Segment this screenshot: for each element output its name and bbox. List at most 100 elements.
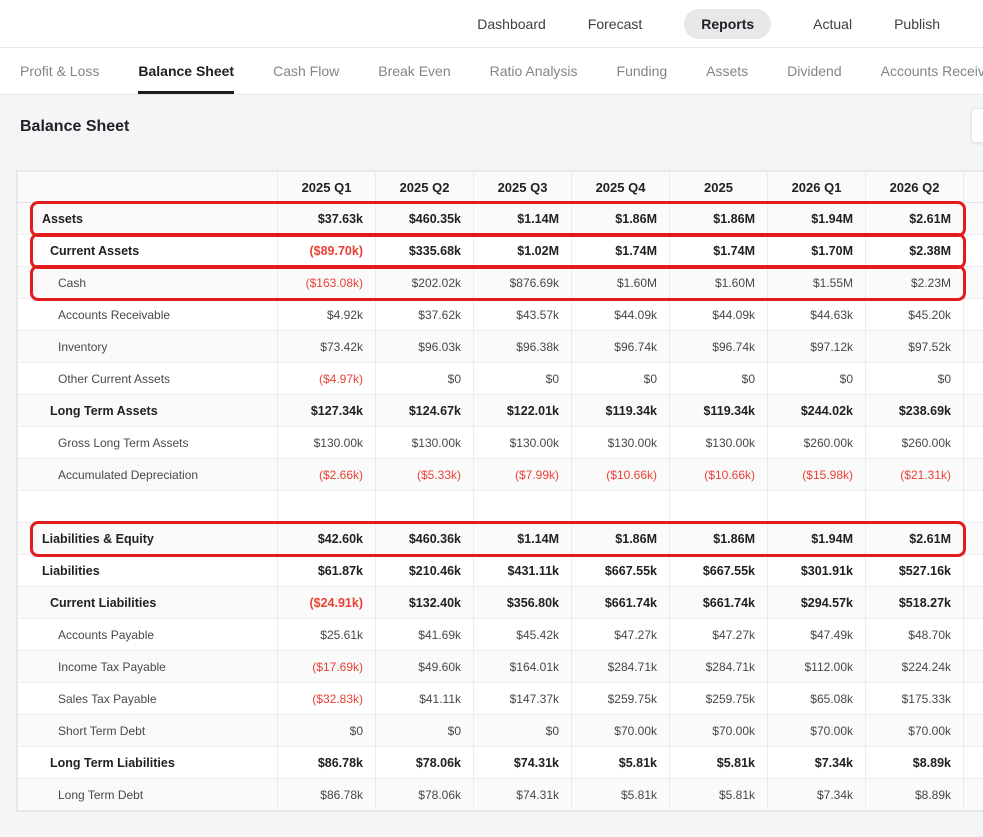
row-label: Short Term Debt — [17, 714, 278, 747]
cell-value — [963, 586, 983, 619]
cell-value — [963, 234, 983, 267]
cell-value: $44.09k — [571, 298, 670, 331]
tab-funding[interactable]: Funding — [617, 48, 668, 94]
table-row: Inventory $73.42k $96.03k $96.38k $96.74k $96… — [17, 330, 983, 363]
tab-ratio-analysis[interactable]: Ratio Analysis — [490, 48, 578, 94]
cell-value: $244.02k — [767, 394, 866, 427]
cell-value: $130.00k — [277, 426, 376, 459]
cell-value: $130.00k — [473, 426, 572, 459]
cell-value — [963, 746, 983, 779]
cell-value: $43.57k — [473, 298, 572, 331]
cell-value: $0 — [473, 714, 572, 747]
nav-reports[interactable]: Reports — [684, 8, 772, 39]
table-row: Current Assets ($89.70k) $335.68k $1.02M $1.… — [17, 234, 983, 267]
cell-value: $238.69k — [865, 394, 964, 427]
cell-value: $164.01k — [473, 650, 572, 683]
cell-value — [963, 458, 983, 491]
cell-value: $61.87k — [277, 554, 376, 587]
cell-value: $284.71k — [571, 650, 670, 683]
cell-value — [963, 362, 983, 395]
tab-cash-flow[interactable]: Cash Flow — [273, 48, 339, 94]
cell-value: ($5.33k) — [375, 458, 474, 491]
cell-value — [767, 490, 866, 523]
table-row: Long Term Liabilities $86.78k $78.06k $74.3… — [17, 746, 983, 779]
cell-value: $301.91k — [767, 554, 866, 587]
tab-profit-and-loss[interactable]: Profit & Loss — [20, 48, 99, 94]
cell-value — [963, 650, 983, 683]
tab-accounts-receivable[interactable]: Accounts Receivable — [881, 48, 983, 94]
tab-balance-sheet[interactable]: Balance Sheet — [138, 48, 235, 94]
cell-value: $260.00k — [767, 426, 866, 459]
cell-value — [963, 778, 983, 811]
balance-sheet-table-container: 2025 Q1 2025 Q2 2025 Q3 2025 Q4 2025 2026 Q1 2… — [16, 170, 983, 812]
cell-value: $1.60M — [669, 266, 768, 299]
table-row: Current Liabilities ($24.91k) $132.40k $356… — [17, 586, 983, 619]
cell-value: $335.68k — [375, 234, 474, 267]
cell-value — [963, 490, 983, 523]
row-label: Inventory — [17, 330, 278, 363]
cell-value: $45.42k — [473, 618, 572, 651]
toolbar-button-partial[interactable] — [971, 108, 983, 143]
nav-dashboard[interactable]: Dashboard — [477, 16, 546, 32]
cell-value: $661.74k — [669, 586, 768, 619]
cell-value: ($21.31k) — [865, 458, 964, 491]
nav-publish[interactable]: Publish — [894, 16, 940, 32]
cell-value — [963, 426, 983, 459]
cell-value: $42.60k — [277, 522, 376, 555]
cell-value: $1.86M — [571, 522, 670, 555]
cell-value: $44.63k — [767, 298, 866, 331]
table-body: Assets $37.63k $460.35k $1.14M $1.86M $1.86M $… — [17, 202, 983, 811]
top-navigation: Dashboard Forecast Reports Actual Publis… — [0, 0, 983, 48]
cell-value — [963, 522, 983, 555]
cell-value: $112.00k — [767, 650, 866, 683]
cell-value: $130.00k — [375, 426, 474, 459]
cell-value: $8.89k — [865, 746, 964, 779]
cell-value: ($89.70k) — [277, 234, 376, 267]
cell-value: $78.06k — [375, 778, 474, 811]
nav-forecast[interactable]: Forecast — [588, 16, 642, 32]
cell-value — [963, 394, 983, 427]
cell-value: $7.34k — [767, 778, 866, 811]
row-label: Assets — [17, 202, 278, 235]
column-header: 2025 — [669, 171, 768, 203]
cell-value: $86.78k — [277, 746, 376, 779]
cell-value: ($32.83k) — [277, 682, 376, 715]
table-row: Accounts Payable $25.61k $41.69k $45.42k $47… — [17, 618, 983, 651]
cell-value: $5.81k — [571, 778, 670, 811]
row-label: Sales Tax Payable — [17, 682, 278, 715]
table-header-row: 2025 Q1 2025 Q2 2025 Q3 2025 Q4 2025 2026 Q1 2… — [17, 171, 983, 203]
cell-value: $130.00k — [571, 426, 670, 459]
tab-dividend[interactable]: Dividend — [787, 48, 841, 94]
cell-value — [963, 682, 983, 715]
cell-value: ($10.66k) — [571, 458, 670, 491]
cell-value: $70.00k — [669, 714, 768, 747]
cell-value: $1.70M — [767, 234, 866, 267]
cell-value: $1.86M — [571, 202, 670, 235]
tab-break-even[interactable]: Break Even — [378, 48, 450, 94]
cell-value: $1.94M — [767, 202, 866, 235]
cell-value: $294.57k — [767, 586, 866, 619]
cell-value: $2.61M — [865, 202, 964, 235]
cell-value: $527.16k — [865, 554, 964, 587]
row-label: Accounts Payable — [17, 618, 278, 651]
cell-value: ($17.69k) — [277, 650, 376, 683]
cell-value: $259.75k — [669, 682, 768, 715]
row-label: Long Term Debt — [17, 778, 278, 811]
table-row: Liabilities & Equity $42.60k $460.36k $1.14… — [17, 522, 983, 555]
row-label: Liabilities & Equity — [17, 522, 278, 555]
cell-value: $0 — [767, 362, 866, 395]
cell-value: $210.46k — [375, 554, 474, 587]
cell-value: $70.00k — [571, 714, 670, 747]
cell-value — [277, 490, 376, 523]
column-header: 2025 Q3 — [473, 171, 572, 203]
cell-value: $147.37k — [473, 682, 572, 715]
cell-value: $460.36k — [375, 522, 474, 555]
cell-value: $260.00k — [865, 426, 964, 459]
row-label-header — [17, 171, 278, 203]
column-header — [963, 171, 983, 203]
cell-value — [963, 298, 983, 331]
nav-actual[interactable]: Actual — [813, 16, 852, 32]
cell-value: $431.11k — [473, 554, 572, 587]
cell-value: $2.23M — [865, 266, 964, 299]
tab-assets[interactable]: Assets — [706, 48, 748, 94]
